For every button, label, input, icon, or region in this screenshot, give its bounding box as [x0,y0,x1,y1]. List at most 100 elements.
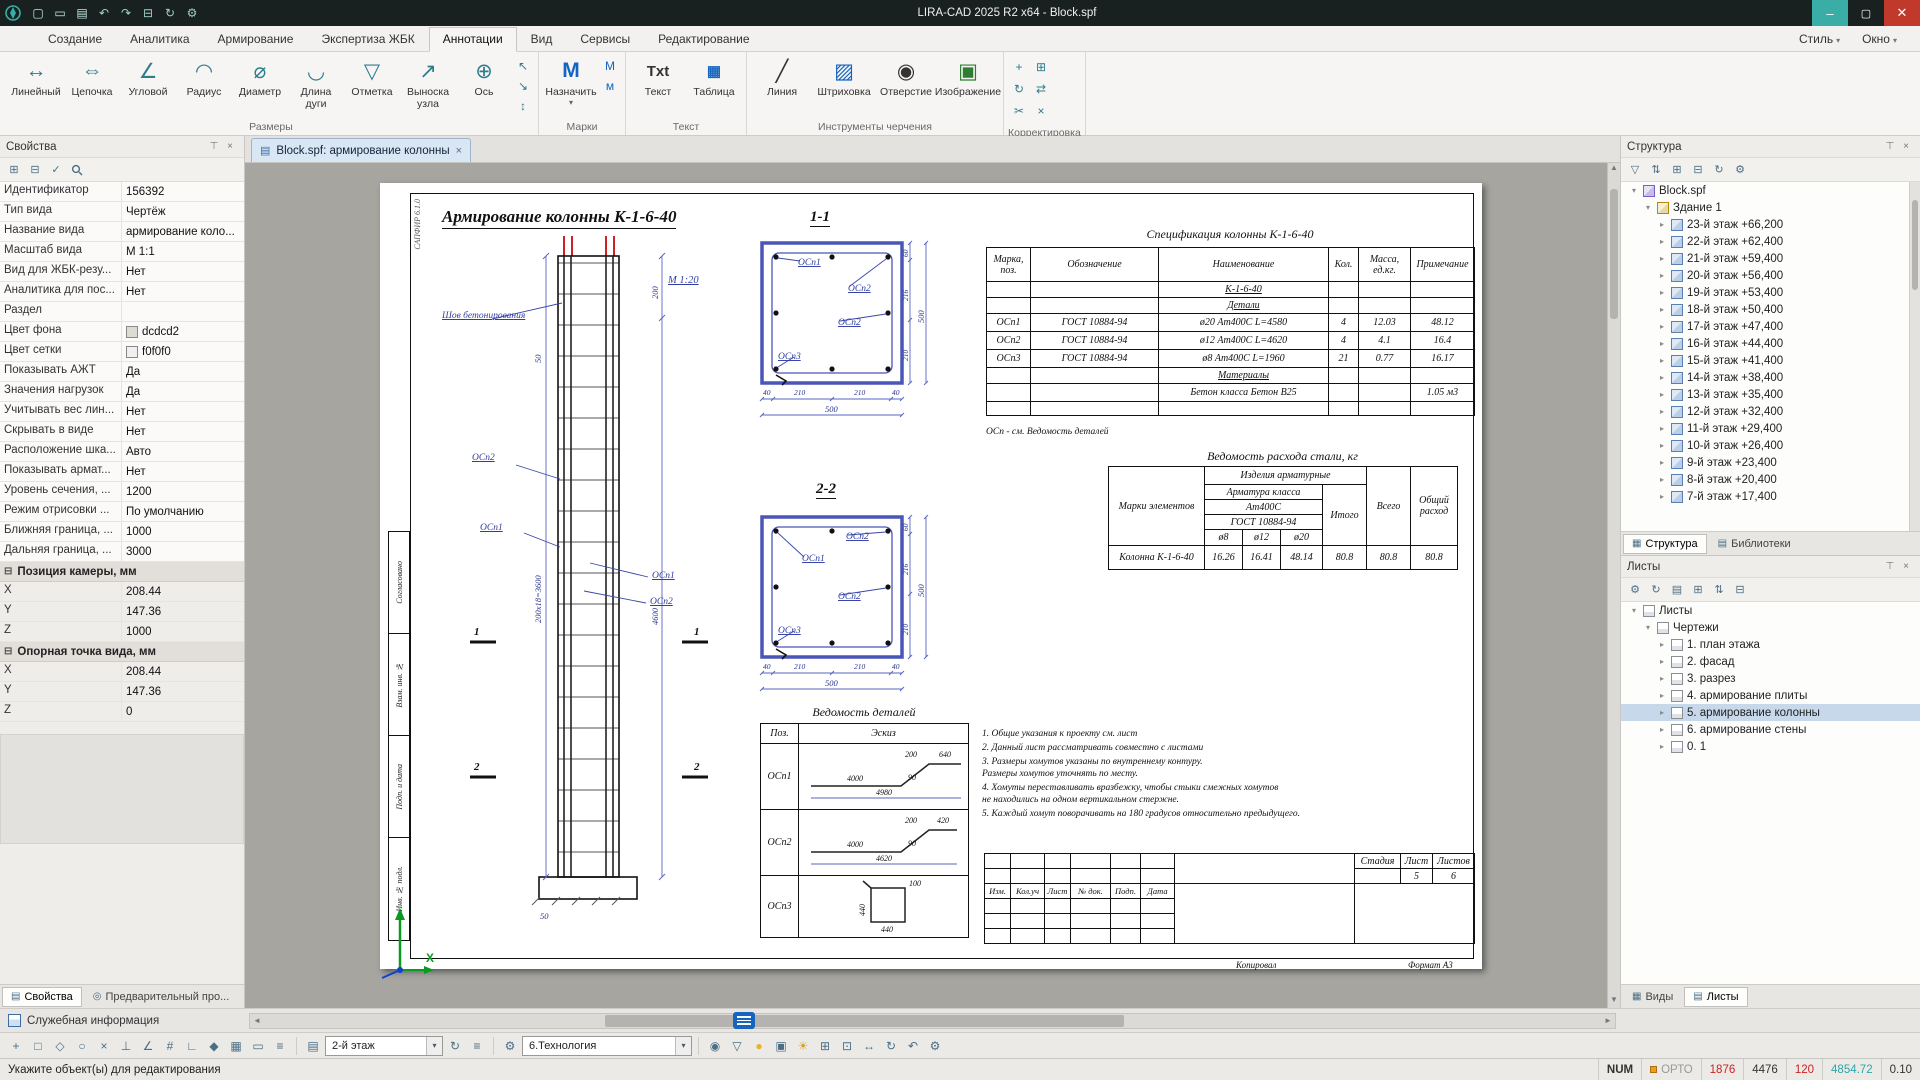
property-row[interactable]: Масштаб вида М 1:1 [0,242,244,262]
ribbon-tab[interactable]: Аналитика [116,27,203,51]
floor-list-icon[interactable]: ≡ [467,1036,487,1056]
menu-right-item[interactable]: Окно▾ [1853,27,1906,51]
camera-section-header[interactable]: ⊟Позиция камеры, мм [0,562,244,582]
camera-z-row[interactable]: Z1000 [0,622,244,642]
chevron-right-icon[interactable]: ▸ [1657,725,1667,734]
anchor-y-row[interactable]: Y147.36 [0,682,244,702]
property-row[interactable]: Показывать армат... Нет [0,462,244,482]
property-row[interactable]: Расположение шка... Авто [0,442,244,462]
crosshair-icon[interactable]: + [6,1036,26,1056]
ribbon-button[interactable]: ↔ Линейный [8,54,64,116]
tree-item-floor[interactable]: ▸ 11-й этаж +29,400 [1621,420,1920,437]
spacing-tool-icon[interactable]: ↕ [514,97,532,115]
property-value[interactable]: dcdcd2 [122,322,244,341]
chevron-right-icon[interactable]: ▸ [1657,742,1667,751]
property-row[interactable]: Вид для ЖБК-резу... Нет [0,262,244,282]
property-row[interactable]: Цвет фона dcdcd2 [0,322,244,342]
snap-midpoint-icon[interactable]: ◇ [50,1036,70,1056]
anchor-section-header[interactable]: ⊟Опорная точка вида, мм [0,642,244,662]
tree-item-floor[interactable]: ▸ 14-й этаж +38,400 [1621,369,1920,386]
property-value[interactable] [122,302,244,321]
property-value[interactable]: Нет [122,282,244,301]
mirror-icon[interactable]: ⇄ [1032,80,1050,98]
chevron-down-icon[interactable]: ▾ [1629,186,1639,195]
tree-item-sheet[interactable]: ▸ 6. армирование стены [1621,721,1920,738]
keyboard-indicator-icon[interactable] [733,1012,755,1029]
property-row[interactable]: Режим отрисовки ... По умолчанию [0,502,244,522]
copy-icon[interactable]: ⊞ [1032,58,1050,76]
chevron-right-icon[interactable]: ▸ [1657,640,1667,649]
expand-all-icon[interactable]: ⊞ [1668,161,1686,179]
print-icon[interactable]: ⊟ [1731,581,1749,599]
menu-right-item[interactable]: Стиль▾ [1790,27,1849,51]
camera-x-row[interactable]: X208.44 [0,582,244,602]
tree-item-sheet[interactable]: ▸ 4. армирование плиты [1621,687,1920,704]
chevron-right-icon[interactable]: ▸ [1657,220,1667,229]
move-icon[interactable]: + [1010,58,1028,76]
ribbon-button[interactable]: ╱ Линия [751,54,813,116]
ribbon-button[interactable]: ◠ Радиус [176,54,232,116]
panel-tab[interactable]: ◎ Предварительный про... [84,987,239,1007]
copy-sheet-icon[interactable]: ⊞ [1689,581,1707,599]
ribbon-button[interactable]: ◉ Отверстие [875,54,937,116]
property-value[interactable]: Нет [122,422,244,441]
ribbon-tab[interactable]: Создание [34,27,116,51]
chevron-right-icon[interactable]: ▸ [1657,708,1667,717]
tree-item-sheet[interactable]: ▸ 2. фасад [1621,653,1920,670]
close-icon[interactable]: × [222,141,238,152]
chevron-right-icon[interactable]: ▸ [1657,424,1667,433]
tree-item-floor[interactable]: ▸ 13-й этаж +35,400 [1621,386,1920,403]
property-value[interactable]: 156392 [122,182,244,201]
ribbon-button[interactable]: ▽ Отметка [344,54,400,116]
chevron-right-icon[interactable]: ▸ [1657,458,1667,467]
tree-item-floor[interactable]: ▸ 16-й этаж +44,400 [1621,335,1920,352]
ribbon-button[interactable]: ▣ Изображение [937,54,999,116]
property-row[interactable]: Цвет сетки f0f0f0 [0,342,244,362]
tree-item-floor[interactable]: ▸ 20-й этаж +56,400 [1621,267,1920,284]
property-row[interactable]: Аналитика для пос... Нет [0,282,244,302]
ribbon-button[interactable]: ⌀ Диаметр [232,54,288,116]
ribbon-button[interactable]: Txt Текст [630,54,686,116]
ribbon-tab[interactable]: Редактирование [644,27,763,51]
tree-item-drawings-group[interactable]: ▾ Чертежи [1621,619,1920,636]
erase-icon[interactable]: × [1032,102,1050,120]
snap-intersection-icon[interactable]: × [94,1036,114,1056]
property-value[interactable]: 1000 [122,522,244,541]
tree-item-floor[interactable]: ▸ 19-й этаж +53,400 [1621,284,1920,301]
tree-item-sheet[interactable]: ▸ 3. разрез [1621,670,1920,687]
panel-tab[interactable]: ▤ Свойства [2,987,82,1007]
alphabetical-view-icon[interactable]: ⊟ [26,161,44,179]
settings-icon[interactable]: ⚙ [925,1036,945,1056]
chevron-down-icon[interactable]: ▾ [1643,203,1653,212]
new-sheet-icon[interactable]: ▤ [1668,581,1686,599]
canvas-vertical-scrollbar[interactable]: ▲▼ [1607,163,1620,1008]
chevron-right-icon[interactable]: ▸ [1657,373,1667,382]
snap-perpendicular-icon[interactable]: ⊥ [116,1036,136,1056]
chevron-right-icon[interactable]: ▸ [1657,339,1667,348]
filter-icon[interactable]: ▽ [1626,161,1644,179]
maximize-button[interactable]: ▢ [1848,0,1884,26]
snap-endpoint-icon[interactable]: □ [28,1036,48,1056]
property-row[interactable]: Название вида армирование коло... [0,222,244,242]
panel-tab[interactable]: ▤ Библиотеки [1709,534,1800,554]
settings-icon[interactable]: ⚙ [1731,161,1749,179]
visibility-icon[interactable]: ◉ [705,1036,725,1056]
chevron-right-icon[interactable]: ▸ [1657,254,1667,263]
refresh-icon[interactable]: ↻ [1647,581,1665,599]
chevron-right-icon[interactable]: ▸ [1657,322,1667,331]
tree-item-root[interactable]: ▾ Block.spf [1621,182,1920,199]
tree-item-sheets-root[interactable]: ▾ Листы [1621,602,1920,619]
tree-item-sheet[interactable]: ▸ 1. план этажа [1621,636,1920,653]
chevron-down-icon[interactable]: ▾ [1643,623,1653,632]
apply-icon[interactable]: ✓ [47,161,65,179]
property-value[interactable]: Да [122,382,244,401]
close-icon[interactable]: × [456,145,462,157]
ribbon-tab[interactable]: Аннотации [429,27,517,52]
drawing-sheet[interactable]: САПФИР 6.1.0 Армирование колонны К-1-6-4… [380,183,1482,969]
ribbon-button[interactable]: ⇔ Цепочка [64,54,120,116]
chevron-right-icon[interactable]: ▸ [1657,674,1667,683]
tree-item-sheet[interactable]: ▸ 5. армирование колонны [1621,704,1920,721]
panel-tab[interactable]: ▤ Листы [1684,987,1747,1007]
property-row[interactable]: Скрывать в виде Нет [0,422,244,442]
tree-item-building[interactable]: ▾ Здание 1 [1621,199,1920,216]
